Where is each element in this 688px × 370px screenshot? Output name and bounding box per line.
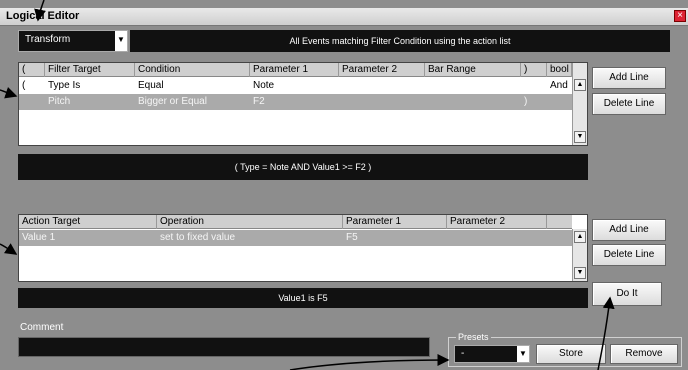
arrow-to-do-it (597, 296, 615, 370)
arrow-to-action-table (0, 243, 18, 255)
arrow-to-presets (289, 354, 450, 370)
callout-arrows (0, 0, 615, 370)
arrow-to-filter-table (0, 86, 18, 99)
arrow-to-mode-dropdown (34, 0, 46, 22)
